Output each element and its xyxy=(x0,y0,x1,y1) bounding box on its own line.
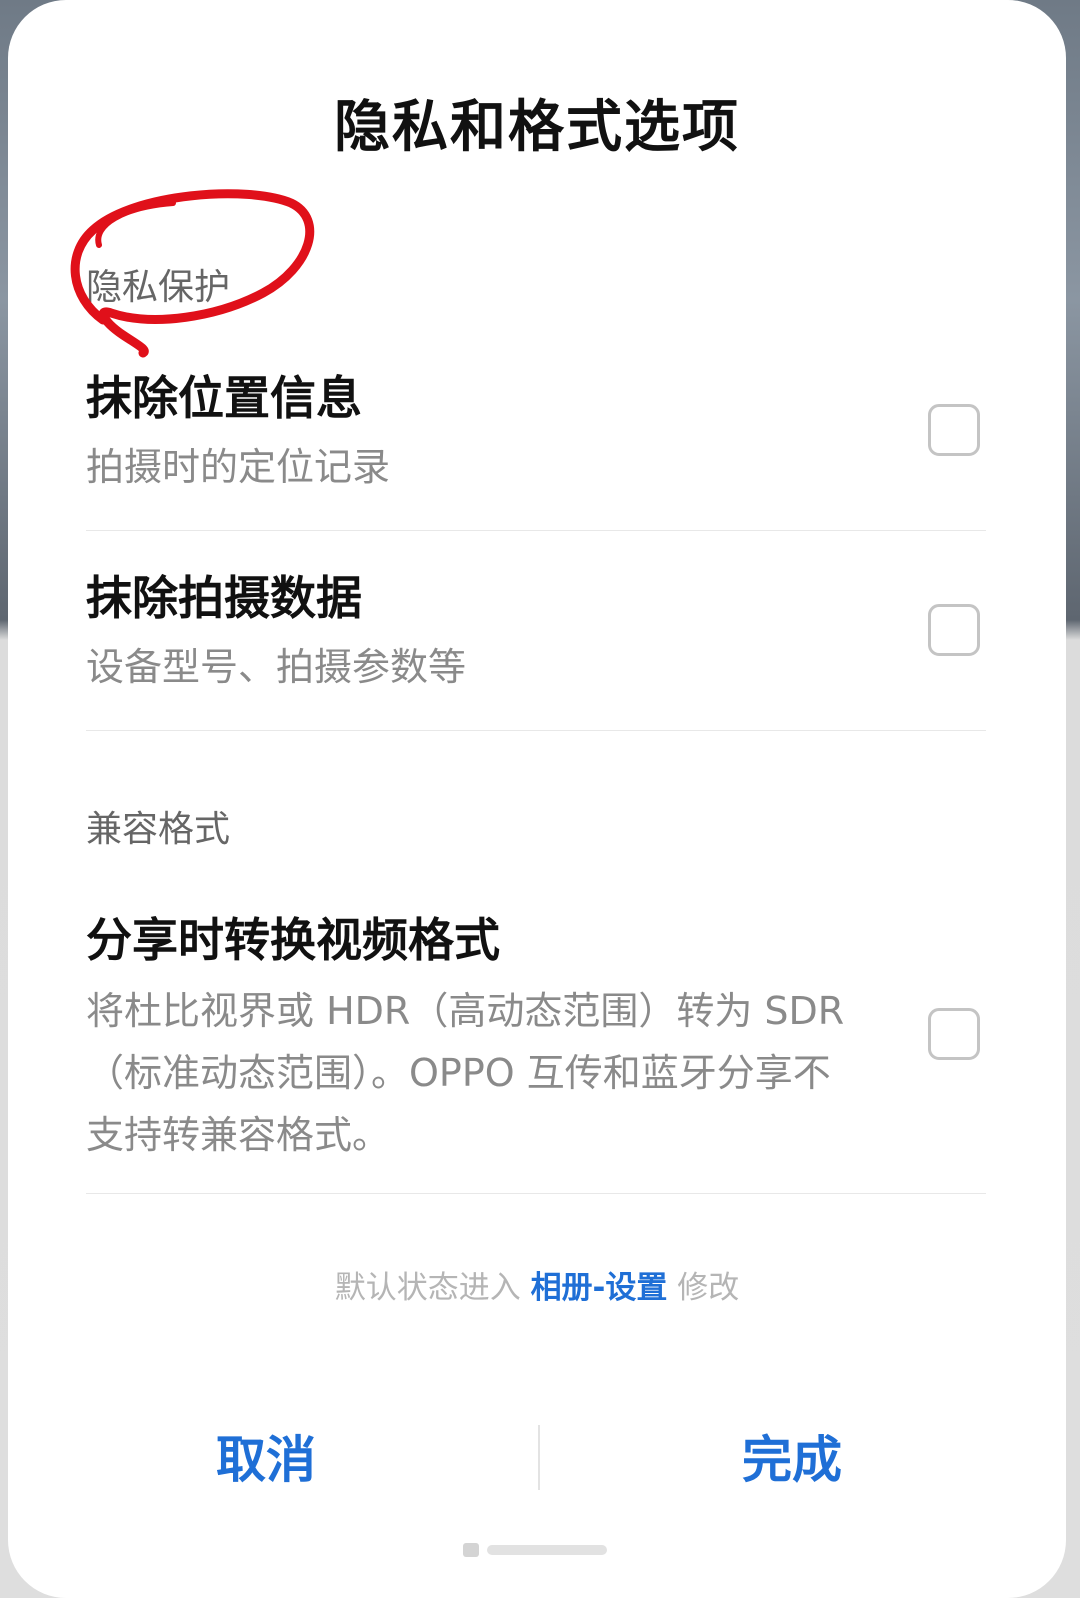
cancel-button[interactable]: 取消 xyxy=(116,1420,416,1492)
divider xyxy=(86,730,986,731)
item-title: 抹除拍摄数据 xyxy=(86,571,362,625)
item-subtitle: 设备型号、拍摄参数等 xyxy=(86,645,467,689)
settings-link[interactable]: 相册-设置 xyxy=(531,1270,668,1306)
item-title: 分享时转换视频格式 xyxy=(86,913,500,967)
item-erase-shooting-data[interactable]: 抹除拍摄数据 设备型号、拍摄参数等 xyxy=(86,568,986,698)
checkbox-convert-video-format[interactable] xyxy=(928,1008,980,1060)
button-divider xyxy=(538,1425,540,1490)
checkbox-erase-location[interactable] xyxy=(928,404,980,456)
divider xyxy=(86,530,986,531)
done-button[interactable]: 完成 xyxy=(642,1420,942,1492)
item-erase-location[interactable]: 抹除位置信息 拍摄时的定位记录 xyxy=(86,368,986,498)
footer-note: 默认状态进入 相册-设置 修改 xyxy=(8,1262,1066,1307)
footer-prefix: 默认状态进入 xyxy=(334,1270,521,1306)
watermark-logo xyxy=(463,1543,607,1557)
dialog-title: 隐私和格式选项 xyxy=(334,95,740,160)
section-label-compat: 兼容格式 xyxy=(86,809,231,850)
item-convert-video-format[interactable]: 分享时转换视频格式 将杜比视界或 HDR（高动态范围）转为 SDR（标准动态范围… xyxy=(86,910,986,1166)
checkbox-erase-shooting-data[interactable] xyxy=(928,604,980,656)
item-title: 抹除位置信息 xyxy=(86,371,362,425)
red-circle-annotation xyxy=(70,189,315,358)
item-subtitle: 将杜比视界或 HDR（高动态范围）转为 SDR（标准动态范围）。OPPO 互传和… xyxy=(86,989,845,1157)
privacy-format-dialog: 隐私和格式选项 隐私保护 抹除位置信息 拍摄时的定位记录 抹除拍摄数据 设备型号… xyxy=(8,0,1066,1598)
divider xyxy=(86,1193,986,1194)
item-subtitle: 拍摄时的定位记录 xyxy=(86,445,391,489)
footer-suffix: 修改 xyxy=(677,1270,740,1306)
